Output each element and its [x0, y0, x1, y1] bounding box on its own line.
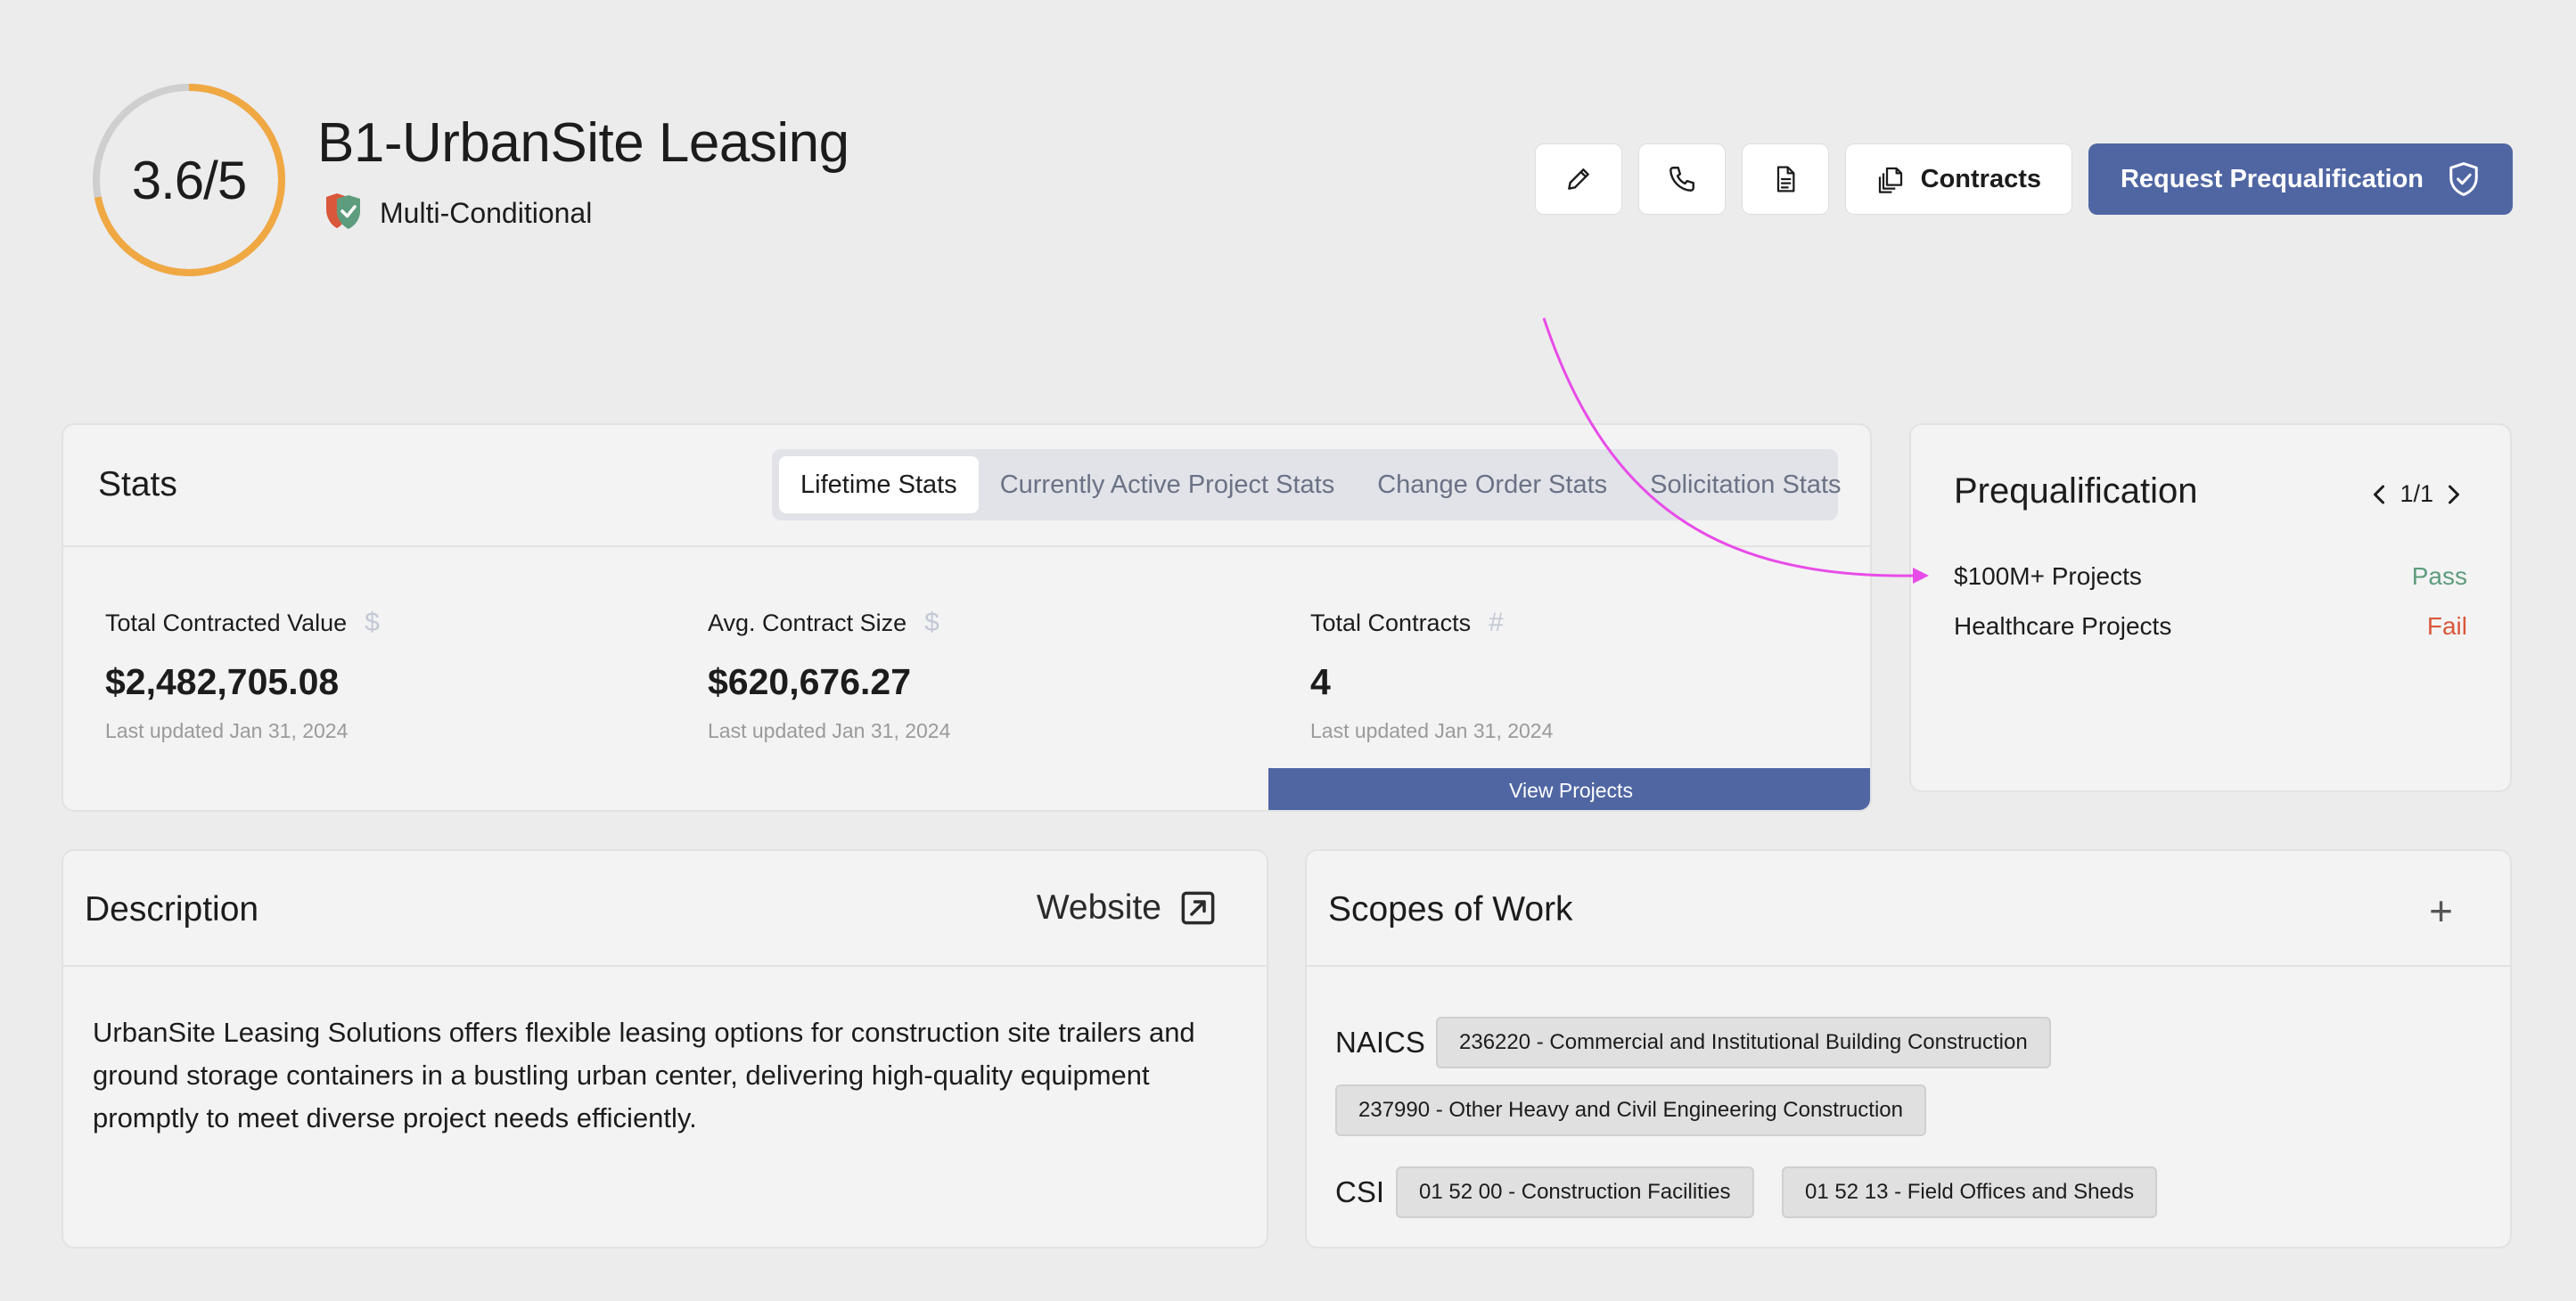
prequalification-name: Healthcare Projects: [1954, 612, 2172, 640]
description-card: Description Website UrbanSite Leasing So…: [62, 849, 1268, 1248]
phone-icon: [1669, 167, 1694, 192]
prequalification-result: Fail: [2426, 612, 2467, 640]
status-row: Multi-Conditional: [323, 192, 592, 235]
contracts-button[interactable]: Contracts: [1844, 143, 2072, 215]
hash-icon: #: [1489, 608, 1504, 637]
prequalification-row: Healthcare Projects Fail: [1954, 612, 2467, 641]
request-prequalification-button[interactable]: Request Prequalification: [2088, 143, 2513, 215]
call-button[interactable]: [1637, 143, 1726, 215]
pencil-icon: [1567, 168, 1589, 190]
stat-avg-contract-size: Avg. Contract Size $ $620,676.27 Last up…: [708, 608, 950, 743]
scopes-title: Scopes of Work: [1328, 890, 1573, 929]
stat-updated: Last updated Jan 31, 2024: [708, 719, 951, 742]
company-name: B1-UrbanSite Leasing: [317, 112, 849, 174]
stats-header-divider: [63, 545, 1870, 547]
stats-title: Stats: [98, 465, 177, 503]
tab-solicitation-stats[interactable]: Solicitation Stats: [1628, 456, 1862, 513]
stat-label: Avg. Contract Size: [708, 609, 907, 636]
dollar-icon: $: [365, 608, 380, 637]
prequalification-title: Prequalification: [1954, 471, 2198, 511]
stat-value: $620,676.27: [708, 661, 912, 702]
edit-button[interactable]: [1534, 143, 1622, 215]
view-projects-button[interactable]: View Projects: [1268, 768, 1870, 810]
header-actions: Contracts Request Prequalification: [1534, 143, 2513, 215]
csi-chip: 01 52 13 - Field Offices and Sheds: [1782, 1166, 2158, 1218]
stats-tabs: Lifetime Stats Currently Active Project …: [772, 449, 1842, 520]
stat-label: Total Contracts: [1310, 609, 1472, 636]
contracts-button-label: Contracts: [1920, 164, 2041, 193]
dollar-icon: $: [924, 608, 939, 637]
stat-label: Total Contracted Value: [105, 609, 348, 636]
pager-count: 1/1: [2400, 480, 2433, 507]
status-label: Multi-Conditional: [380, 197, 593, 229]
prequalification-card: Prequalification 1/1 $100M+ Projects Pas…: [1909, 423, 2512, 792]
description-title: Description: [85, 890, 259, 929]
rating-ring: 3.6/5: [92, 83, 286, 277]
stat-value: 4: [1310, 661, 1331, 702]
chevron-right-icon[interactable]: [2446, 484, 2462, 505]
external-link-icon: [1181, 891, 1215, 925]
scopes-header-divider: [1307, 965, 2510, 967]
stat-updated: Last updated Jan 31, 2024: [1310, 719, 1554, 742]
copy-documents-icon: [1878, 167, 1902, 193]
stat-value: $2,482,705.08: [105, 661, 340, 702]
add-scope-button[interactable]: +: [2429, 887, 2453, 935]
prequalification-pager: 1/1: [2371, 480, 2462, 508]
naics-label: NAICS: [1335, 1026, 1425, 1059]
scopes-of-work-card: Scopes of Work + NAICS 236220 - Commerci…: [1305, 849, 2512, 1248]
description-text: UrbanSite Leasing Solutions offers flexi…: [93, 1017, 1195, 1133]
request-prequalification-label: Request Prequalification: [2120, 164, 2424, 193]
prequalification-result: Pass: [2411, 562, 2467, 590]
tab-currently-active-project-stats[interactable]: Currently Active Project Stats: [979, 456, 1357, 513]
csi-label: CSI: [1335, 1175, 1385, 1208]
website-label: Website: [1036, 888, 1161, 927]
naics-chip: 236220 - Commercial and Institutional Bu…: [1436, 1017, 2051, 1068]
tab-lifetime-stats[interactable]: Lifetime Stats: [779, 456, 979, 513]
chevron-left-icon[interactable]: [2371, 484, 2387, 505]
shield-check-icon: [2449, 162, 2478, 196]
stats-card: Stats Lifetime Stats Currently Active Pr…: [62, 423, 1872, 812]
stat-total-contracted-value: Total Contracted Value $ $2,482,705.08 L…: [105, 608, 380, 743]
description-header-divider: [63, 965, 1267, 967]
prequalification-name: $100M+ Projects: [1954, 562, 2142, 590]
multi-conditional-shield-icon: [323, 192, 364, 235]
document-icon: [1776, 166, 1795, 192]
documents-button[interactable]: [1741, 143, 1829, 215]
stat-updated: Last updated Jan 31, 2024: [105, 719, 349, 742]
tab-change-order-stats[interactable]: Change Order Stats: [1356, 456, 1628, 513]
csi-chip: 01 52 00 - Construction Facilities: [1396, 1166, 1754, 1218]
website-link[interactable]: Website: [1037, 888, 1217, 928]
rating-value: 3.6/5: [131, 150, 247, 210]
stat-total-contracts: Total Contracts # 4 Last updated Jan 31,…: [1310, 608, 1553, 743]
naics-chip: 237990 - Other Heavy and Civil Engineeri…: [1335, 1084, 1927, 1136]
prequalification-row: $100M+ Projects Pass: [1954, 562, 2467, 591]
